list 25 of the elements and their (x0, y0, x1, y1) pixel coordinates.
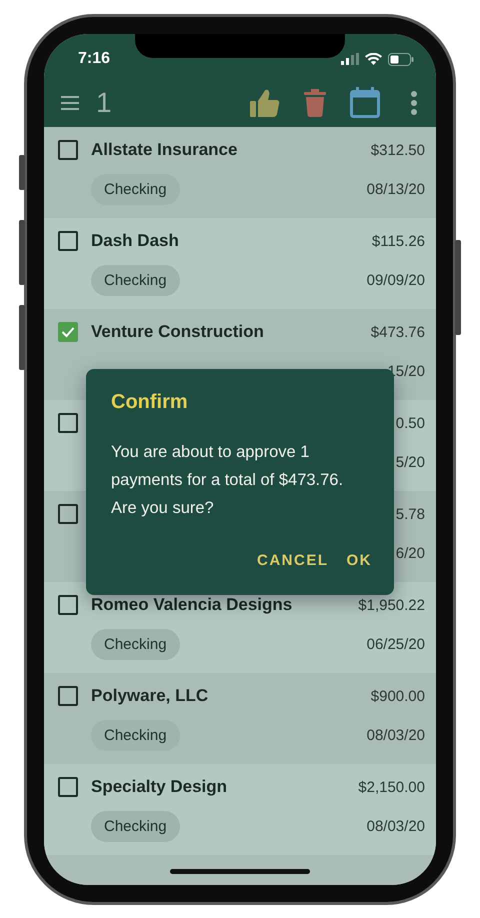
payment-amount: $473.76 (370, 324, 425, 340)
payee-name: Specialty Design (91, 777, 228, 797)
payment-amount: $2,150.00 (358, 778, 425, 796)
status-time: 7:16 (78, 50, 110, 68)
payment-date: 06/25/20 (366, 636, 425, 652)
payee-name: Polyware, LLC (91, 686, 210, 706)
payment-date: 5/20 (396, 454, 425, 470)
payment-date: 08/03/20 (366, 726, 425, 744)
payment-date: 08/13/20 (366, 180, 425, 198)
dialog-message: You are about to approve 1 payments for a total of $473.76. Are you sure? (111, 442, 344, 519)
payee-name: Dash Dash (91, 231, 180, 251)
payment-date: 08/03/20 (366, 818, 425, 834)
payee-name: Allstate Insurance (91, 140, 238, 160)
payment-amount: $312.50 (370, 142, 425, 158)
selected-count: 1 (96, 86, 113, 118)
payee-name: Romeo Valencia Designs (91, 595, 294, 615)
payment-amount: 5.78 (396, 506, 425, 522)
payment-date: 6/20 (396, 544, 425, 562)
payment-amount: $115.26 (372, 232, 425, 250)
payment-amount: $1,950.22 (358, 596, 425, 614)
payment-amount: $900.00 (370, 688, 425, 704)
payment-date: 09/09/20 (366, 272, 425, 288)
payment-amount: 0.50 (396, 414, 425, 432)
payee-name: Venture Construction (91, 322, 265, 342)
dialog-title: Confirm (111, 391, 189, 414)
